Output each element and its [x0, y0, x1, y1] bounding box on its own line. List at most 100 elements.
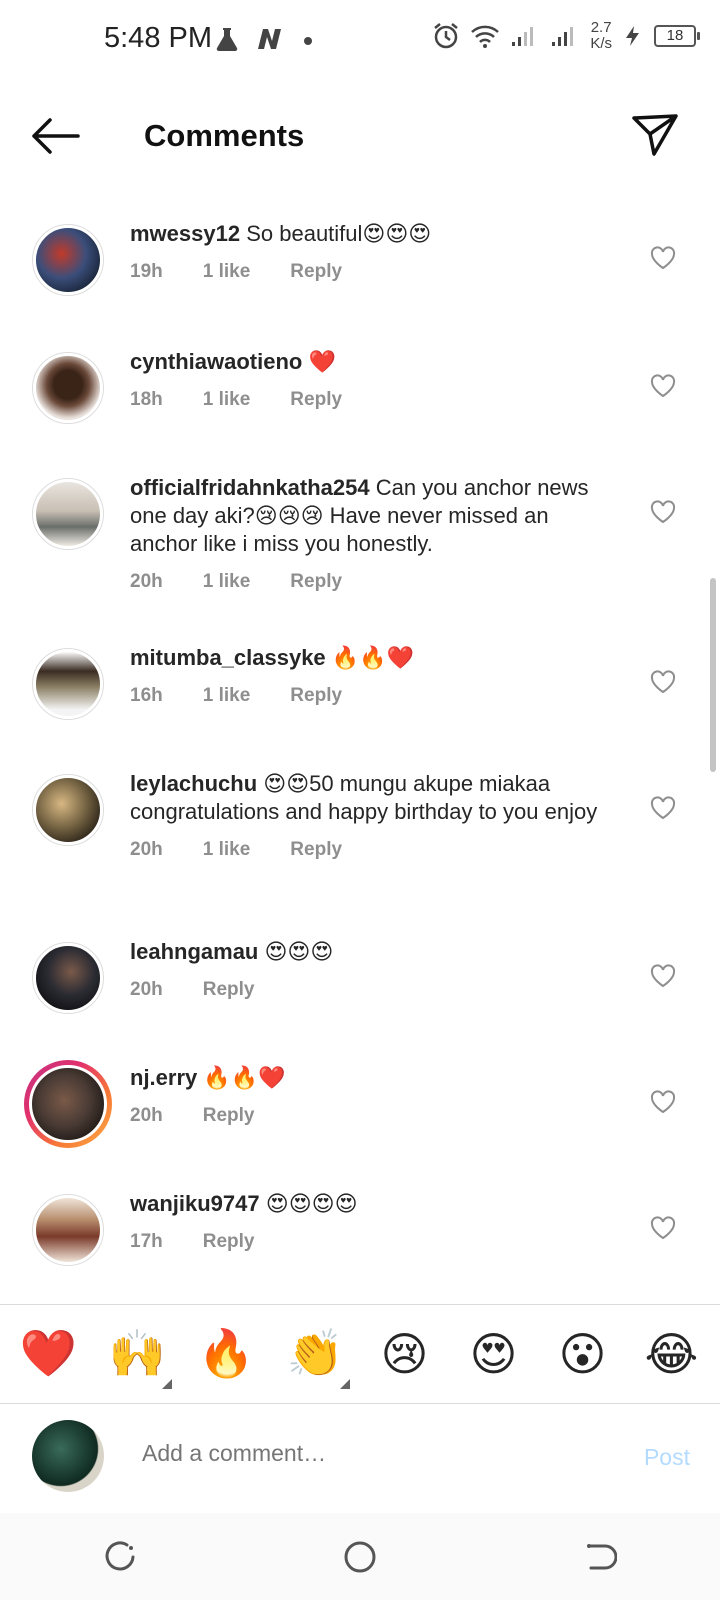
- comment-time: 20h: [130, 839, 163, 860]
- avatar-image: [33, 225, 103, 295]
- reply-button[interactable]: Reply: [290, 386, 342, 414]
- reply-button[interactable]: Reply: [203, 1102, 255, 1130]
- comment-meta: 17h Reply: [130, 1228, 620, 1256]
- emoji-raised-hands-glyph: 🙌: [108, 1326, 167, 1380]
- comment-time: 20h: [130, 1105, 163, 1126]
- emoji-clap[interactable]: 👏: [276, 1326, 356, 1389]
- reply-button[interactable]: Reply: [290, 258, 342, 286]
- avatar[interactable]: [32, 478, 104, 550]
- own-avatar: [32, 1420, 104, 1492]
- avatar-image: [33, 943, 103, 1013]
- comment-username[interactable]: cynthiawaotieno: [130, 349, 302, 374]
- back-nav-icon: [587, 1543, 617, 1569]
- comment-meta: 18h 1 like Reply: [130, 386, 620, 414]
- avatar[interactable]: [32, 942, 104, 1014]
- status-bar: 5:48 PM 2.7 K/s 18: [0, 0, 720, 80]
- back-arrow-icon[interactable]: [28, 116, 80, 156]
- avatar-image: [33, 775, 103, 845]
- skin-tone-corner-icon: [161, 1379, 172, 1389]
- skin-tone-corner-icon: [339, 1379, 350, 1389]
- net-speed-unit: K/s: [590, 35, 612, 52]
- comment-body: wanjiku9747 😍😍😍😍 17h Reply: [130, 1190, 620, 1256]
- comment-text: ❤️: [308, 349, 336, 374]
- comment-meta: 20h 1 like Reply: [130, 568, 620, 596]
- avatar-story-ring[interactable]: [24, 1060, 112, 1148]
- comment-likes[interactable]: 1 like: [203, 568, 251, 596]
- avatar-image: [33, 353, 103, 423]
- emoji-laughing[interactable]: 😂: [632, 1327, 712, 1381]
- reply-button[interactable]: Reply: [290, 568, 342, 596]
- back-nav-button[interactable]: [578, 1535, 622, 1579]
- comments-list[interactable]: mwessy12 So beautiful😍😍😍 19h 1 like Repl…: [0, 190, 720, 1302]
- comment-likes[interactable]: 1 like: [203, 386, 251, 414]
- post-button[interactable]: Post: [644, 1444, 690, 1471]
- comment-meta: 20h Reply: [130, 976, 620, 1004]
- comment-body: nj.erry 🔥🔥❤️ 20h Reply: [130, 1064, 620, 1130]
- comment-input[interactable]: [142, 1440, 562, 1467]
- net-speed-value: 2.7: [590, 19, 612, 36]
- reply-button[interactable]: Reply: [290, 836, 342, 864]
- avatar[interactable]: [32, 1194, 104, 1266]
- comment-meta: 19h 1 like Reply: [130, 258, 620, 286]
- reply-button[interactable]: Reply: [290, 682, 342, 710]
- dot-icon: [304, 37, 312, 45]
- comment-username[interactable]: mwessy12: [130, 221, 240, 246]
- emoji-crying[interactable]: 😢: [365, 1327, 445, 1381]
- heart-icon[interactable]: [650, 500, 676, 524]
- status-time: 5:48 PM: [104, 22, 212, 54]
- heart-icon[interactable]: [650, 246, 676, 270]
- heart-icon[interactable]: [650, 1090, 676, 1114]
- status-left-icons: [214, 26, 318, 52]
- avatar-image: [33, 649, 103, 719]
- heart-icon[interactable]: [650, 374, 676, 398]
- charging-icon: [626, 26, 639, 46]
- system-nav-bar: [0, 1513, 720, 1600]
- comment-text: 🔥🔥❤️: [331, 645, 414, 670]
- comment-username[interactable]: leylachuchu: [130, 771, 257, 796]
- emoji-heart-eyes[interactable]: 😍: [454, 1327, 534, 1381]
- avatar[interactable]: [32, 224, 104, 296]
- direct-send-icon[interactable]: [630, 110, 680, 160]
- scrollbar[interactable]: [710, 578, 716, 772]
- comment-body: mitumba_classyke 🔥🔥❤️ 16h 1 like Reply: [130, 644, 620, 710]
- comment-composer: Post: [0, 1403, 720, 1513]
- comment-time: 19h: [130, 261, 163, 282]
- comment-likes[interactable]: 1 like: [203, 836, 251, 864]
- comment-username[interactable]: mitumba_classyke: [130, 645, 326, 670]
- comment-body: leylachuchu 😍😍50 mungu akupe miakaa cong…: [130, 770, 620, 864]
- heart-icon[interactable]: [650, 964, 676, 988]
- heart-icon[interactable]: [650, 670, 676, 694]
- comment-time: 20h: [130, 571, 163, 592]
- avatar[interactable]: [32, 352, 104, 424]
- comment-username[interactable]: officialfridahnkatha254: [130, 475, 370, 500]
- reply-button[interactable]: Reply: [203, 976, 255, 1004]
- comment-body: cynthiawaotieno ❤️ 18h 1 like Reply: [130, 348, 620, 414]
- comment-time: 17h: [130, 1231, 163, 1252]
- reply-button[interactable]: Reply: [203, 1228, 255, 1256]
- page-title: Comments: [144, 118, 305, 153]
- comment-time: 16h: [130, 685, 163, 706]
- comment-username[interactable]: wanjiku9747: [130, 1191, 260, 1216]
- emoji-bar: ❤️ 🙌 🔥 👏 😢 😍 😮 😂: [0, 1304, 720, 1402]
- emoji-fire[interactable]: 🔥: [187, 1326, 267, 1381]
- avatar-image: [29, 1065, 107, 1143]
- alarm-icon: [434, 23, 459, 49]
- home-button[interactable]: [338, 1535, 382, 1579]
- net-speed: 2.7 K/s: [590, 20, 612, 52]
- emoji-heart[interactable]: ❤️: [9, 1326, 89, 1381]
- comment-body: mwessy12 So beautiful😍😍😍 19h 1 like Repl…: [130, 220, 620, 286]
- comment-username[interactable]: leahngamau: [130, 939, 258, 964]
- emoji-surprised[interactable]: 😮: [543, 1327, 623, 1381]
- emoji-raised-hands[interactable]: 🙌: [98, 1326, 178, 1389]
- avatar[interactable]: [32, 648, 104, 720]
- heart-icon[interactable]: [650, 796, 676, 820]
- avatar-image: [33, 1195, 103, 1265]
- avatar[interactable]: [32, 774, 104, 846]
- recents-button[interactable]: [98, 1535, 142, 1579]
- comment-username[interactable]: nj.erry: [130, 1065, 197, 1090]
- comment-likes[interactable]: 1 like: [203, 258, 251, 286]
- comment-likes[interactable]: 1 like: [203, 682, 251, 710]
- heart-icon[interactable]: [650, 1216, 676, 1240]
- comment-meta: 16h 1 like Reply: [130, 682, 620, 710]
- comment-time: 18h: [130, 389, 163, 410]
